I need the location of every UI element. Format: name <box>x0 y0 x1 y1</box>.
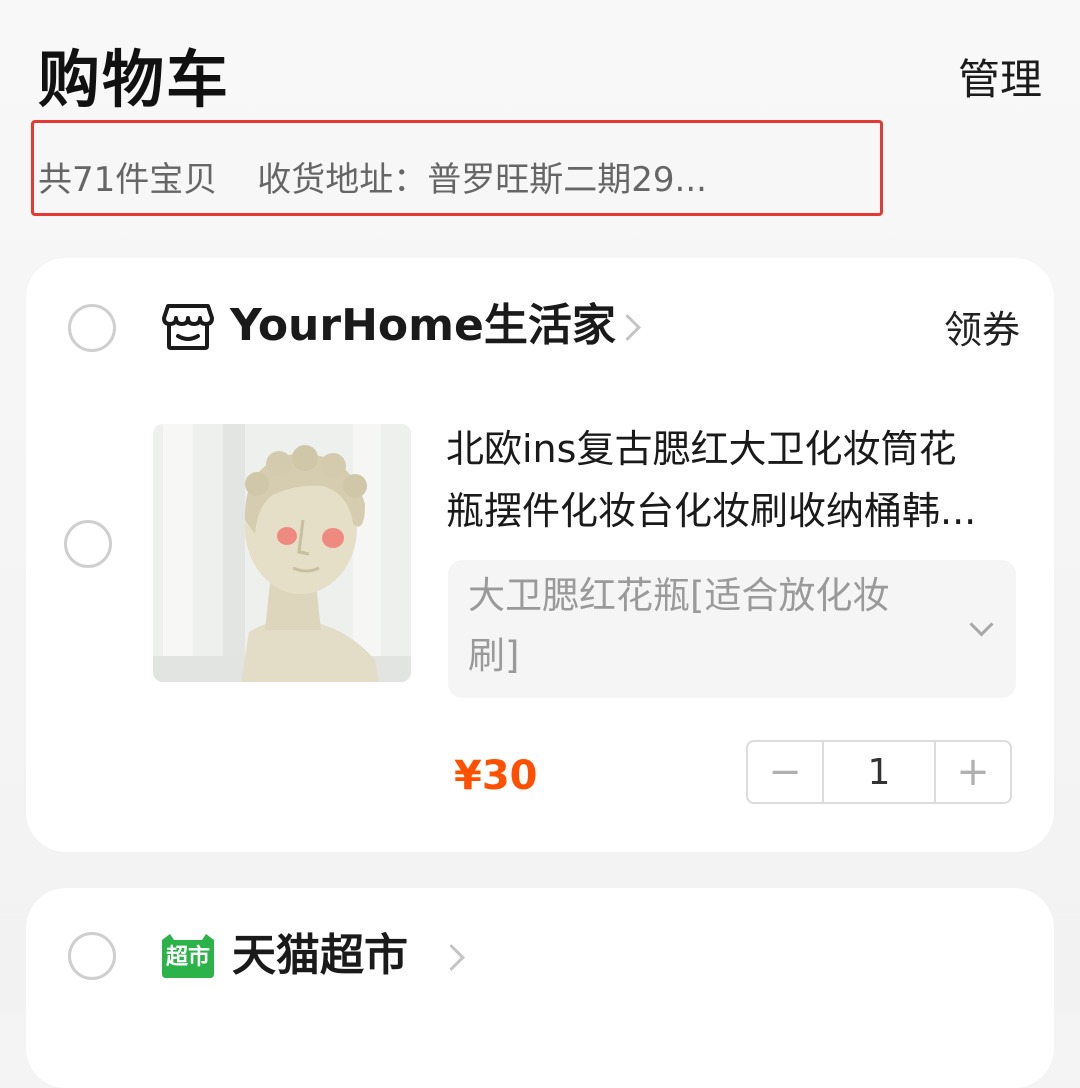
quantity-value[interactable]: 1 <box>822 742 936 802</box>
shipping-address[interactable]: 收货地址：普罗旺斯二期29... <box>257 160 707 200</box>
store-select-radio[interactable] <box>68 304 116 352</box>
store-card-tmall: 超市 天猫超市 <box>26 888 1054 1088</box>
shop-icon <box>162 304 214 350</box>
manage-button[interactable]: 管理 <box>958 52 1042 108</box>
chevron-right-icon <box>438 944 465 971</box>
decrease-button[interactable]: − <box>748 742 822 802</box>
item-select-radio[interactable] <box>64 520 112 568</box>
chevron-down-icon <box>969 612 994 637</box>
chevron-right-icon <box>614 314 641 341</box>
cart-page: 购物车 管理 共71件宝贝 收货地址：普罗旺斯二期29... YourHome生活… <box>0 0 1080 1088</box>
tmall-supermarket-icon: 超市 <box>160 932 216 980</box>
coupon-button[interactable]: 领券 <box>944 304 1020 356</box>
sku-selector[interactable]: 大卫腮红花瓶[适合放化妆刷] <box>448 560 1016 698</box>
page-title: 购物车 <box>38 43 231 116</box>
product-image[interactable] <box>153 424 411 682</box>
david-bust-image <box>153 424 411 682</box>
store-select-radio[interactable] <box>68 932 116 980</box>
increase-button[interactable]: + <box>936 742 1010 802</box>
sku-text: 大卫腮红花瓶[适合放化妆刷] <box>468 574 890 677</box>
item-price: ¥30 <box>454 753 538 799</box>
item-count: 共71件宝贝 <box>38 160 218 200</box>
quantity-stepper: − 1 + <box>746 740 1012 804</box>
product-title[interactable]: 北欧ins复古腮红大卫化妆筒花 瓶摆件化妆台化妆刷收纳桶韩... <box>446 418 1016 542</box>
product-title-line-2: 瓶摆件化妆台化妆刷收纳桶韩... <box>446 489 977 533</box>
store-card-yourhome: YourHome生活家 领券 北欧ins复古腮红大卫化妆筒花 瓶摆件化妆台化妆刷… <box>26 258 1054 852</box>
store-name[interactable]: 天猫超市 <box>232 926 408 986</box>
store-name[interactable]: YourHome生活家 <box>230 296 616 356</box>
product-title-line-1: 北欧ins复古腮红大卫化妆筒花 <box>446 427 957 471</box>
tmall-badge-label: 超市 <box>165 945 210 970</box>
cart-summary: 共71件宝贝 收货地址：普罗旺斯二期29... <box>38 156 707 204</box>
